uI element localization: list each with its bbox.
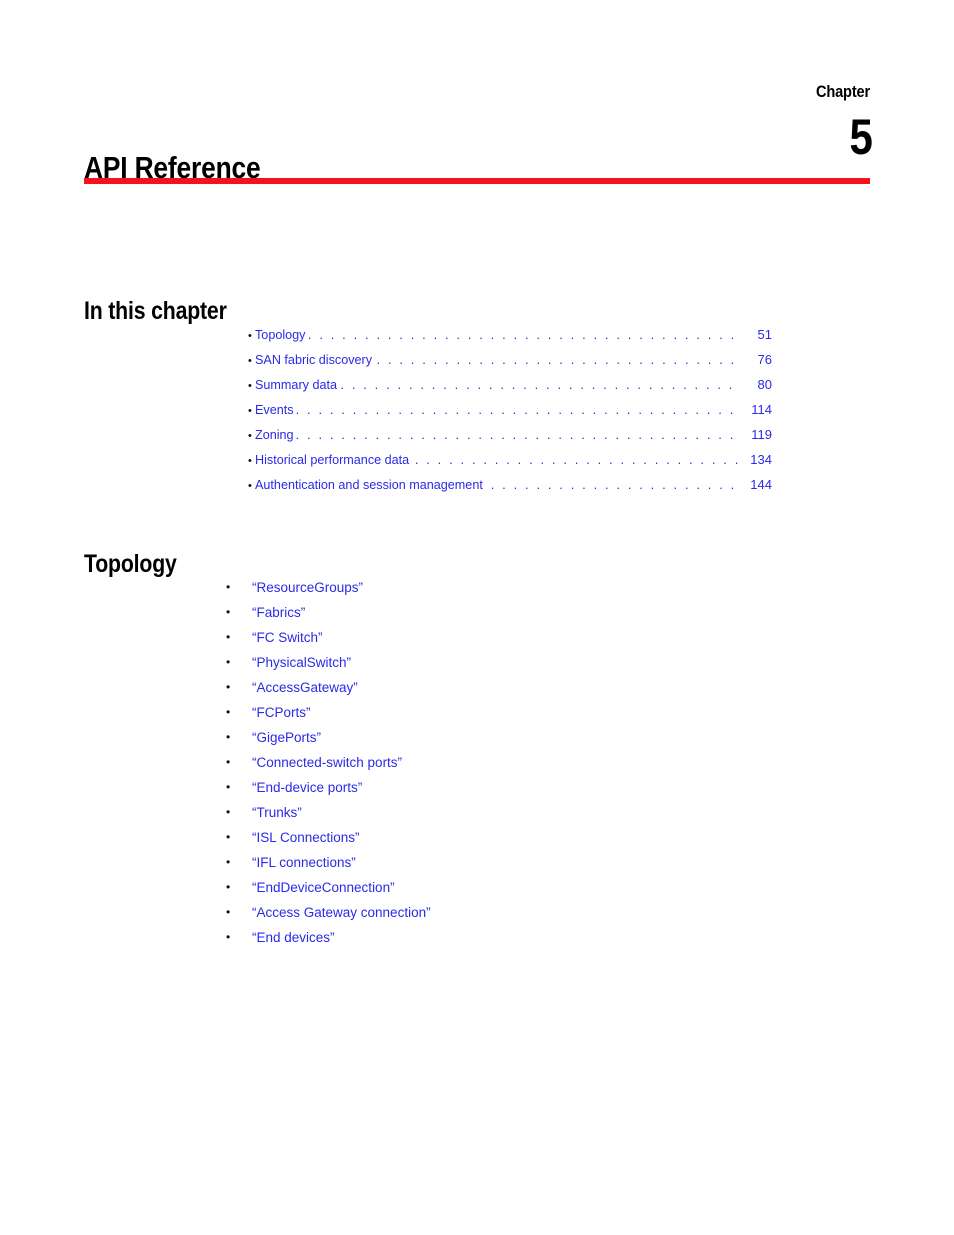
topology-link-label[interactable]: “PhysicalSwitch” <box>252 655 351 670</box>
bullet-icon: • <box>226 630 231 644</box>
topology-link-label[interactable]: “FC Switch” <box>252 630 323 645</box>
toc-entry-label[interactable]: Historical performance data <box>255 447 409 472</box>
toc-entry[interactable]: • Topology. . . . . . . . . . . . . . . .… <box>248 322 772 347</box>
bullet-icon: • <box>248 380 252 392</box>
topology-link-label[interactable]: “EndDeviceConnection” <box>252 880 395 895</box>
chapter-label: Chapter <box>815 82 870 101</box>
header-rule-divider <box>84 178 870 184</box>
toc-entry[interactable]: • Events. . . . . . . . . . . . . . . . .… <box>248 397 772 422</box>
toc-dot-leader: . . . . . . . . . . . . . . . . . . . . … <box>414 452 740 467</box>
bullet-icon: • <box>226 655 231 669</box>
bullet-icon: • <box>248 405 252 417</box>
bullet-icon: • <box>248 480 252 492</box>
bullet-icon: • <box>226 680 231 694</box>
list-item[interactable]: • “FCPorts” <box>226 700 726 725</box>
topology-link-label[interactable]: “Trunks” <box>252 805 302 820</box>
bullet-icon: • <box>226 805 231 819</box>
toc-entry-label[interactable]: Summary data <box>255 372 337 397</box>
list-item[interactable]: • “IFL connections” <box>226 850 726 875</box>
toc-page-number[interactable]: 76 <box>742 347 772 372</box>
bullet-icon: • <box>226 705 231 719</box>
chapter-number: 5 <box>849 109 872 165</box>
bullet-icon: • <box>226 730 231 744</box>
list-item[interactable]: • “EndDeviceConnection” <box>226 875 726 900</box>
bullet-icon: • <box>226 880 231 894</box>
bullet-icon: • <box>226 830 231 844</box>
bullet-icon: • <box>226 605 231 619</box>
table-of-contents: • Topology. . . . . . . . . . . . . . . .… <box>248 322 772 497</box>
bullet-icon: • <box>248 455 252 467</box>
toc-page-number[interactable]: 134 <box>742 447 772 472</box>
toc-page-number[interactable]: 119 <box>742 422 772 447</box>
toc-entry-label[interactable]: SAN fabric discovery <box>255 347 372 372</box>
topology-link-label[interactable]: “End-device ports” <box>252 780 362 795</box>
topology-link-label[interactable]: “GigePorts” <box>252 730 321 745</box>
list-item[interactable]: • “Fabrics” <box>226 600 726 625</box>
toc-entry[interactable]: • Zoning. . . . . . . . . . . . . . . . .… <box>248 422 772 447</box>
toc-page-number[interactable]: 80 <box>742 372 772 397</box>
toc-page-number[interactable]: 51 <box>742 322 772 347</box>
list-item[interactable]: • “End devices” <box>226 925 726 950</box>
bullet-icon: • <box>226 780 231 794</box>
section-heading-in-this-chapter: In this chapter <box>84 296 227 325</box>
topology-link-list: • “ResourceGroups” • “Fabrics” • “FC Switch” •… <box>226 575 726 950</box>
topology-link-label[interactable]: “ResourceGroups” <box>252 580 363 595</box>
toc-dot-leader: . . . . . . . . . . . . . . . . . . . . … <box>490 477 740 492</box>
topology-link-label[interactable]: “Connected-switch ports” <box>252 755 402 770</box>
list-item[interactable]: • “FC Switch” <box>226 625 726 650</box>
topology-link-label[interactable]: “IFL connections” <box>252 855 356 870</box>
bullet-icon: • <box>226 580 231 594</box>
bullet-icon: • <box>248 330 252 342</box>
toc-dot-leader: . . . . . . . . . . . . . . . . . . . . … <box>376 352 740 367</box>
bullet-icon: • <box>248 355 252 367</box>
list-item[interactable]: • “End-device ports” <box>226 775 726 800</box>
toc-entry-label[interactable]: Topology <box>255 322 305 347</box>
list-item[interactable]: • “AccessGateway” <box>226 675 726 700</box>
bullet-icon: • <box>226 755 231 769</box>
toc-dot-leader: . . . . . . . . . . . . . . . . . . . . … <box>307 327 740 342</box>
bullet-icon: • <box>248 430 252 442</box>
toc-page-number[interactable]: 114 <box>742 397 772 422</box>
toc-page-number[interactable]: 144 <box>742 472 772 497</box>
toc-entry[interactable]: • Historical performance data . . . . . . … <box>248 447 772 472</box>
section-heading-topology: Topology <box>84 549 177 578</box>
toc-entry[interactable]: • Summary data. . . . . . . . . . . . . .… <box>248 372 772 397</box>
bullet-icon: • <box>226 905 231 919</box>
topology-link-label[interactable]: “Fabrics” <box>252 605 305 620</box>
toc-entry-label[interactable]: Authentication and session management <box>255 472 483 497</box>
toc-dot-leader: . . . . . . . . . . . . . . . . . . . . … <box>295 402 740 417</box>
toc-entry-label[interactable]: Events <box>255 397 294 422</box>
toc-entry[interactable]: • SAN fabric discovery . . . . . . . . . .… <box>248 347 772 372</box>
toc-entry-label[interactable]: Zoning <box>255 422 294 447</box>
topology-link-label[interactable]: “FCPorts” <box>252 705 311 720</box>
list-item[interactable]: • “Trunks” <box>226 800 726 825</box>
bullet-icon: • <box>226 930 231 944</box>
topology-link-label[interactable]: “ISL Connections” <box>252 830 360 845</box>
toc-entry[interactable]: • Authentication and session management . … <box>248 472 772 497</box>
topology-link-label[interactable]: “AccessGateway” <box>252 680 358 695</box>
list-item[interactable]: • “GigePorts” <box>226 725 726 750</box>
list-item[interactable]: • “ISL Connections” <box>226 825 726 850</box>
toc-dot-leader: . . . . . . . . . . . . . . . . . . . . … <box>340 377 740 392</box>
topology-link-label[interactable]: “End devices” <box>252 930 335 945</box>
topology-link-label[interactable]: “Access Gateway connection” <box>252 905 431 920</box>
list-item[interactable]: • “ResourceGroups” <box>226 575 726 600</box>
list-item[interactable]: • “PhysicalSwitch” <box>226 650 726 675</box>
bullet-icon: • <box>226 855 231 869</box>
toc-dot-leader: . . . . . . . . . . . . . . . . . . . . … <box>295 427 740 442</box>
list-item[interactable]: • “Access Gateway connection” <box>226 900 726 925</box>
list-item[interactable]: • “Connected-switch ports” <box>226 750 726 775</box>
document-page: Chapter 5 API Reference In this chapter … <box>0 0 954 1235</box>
